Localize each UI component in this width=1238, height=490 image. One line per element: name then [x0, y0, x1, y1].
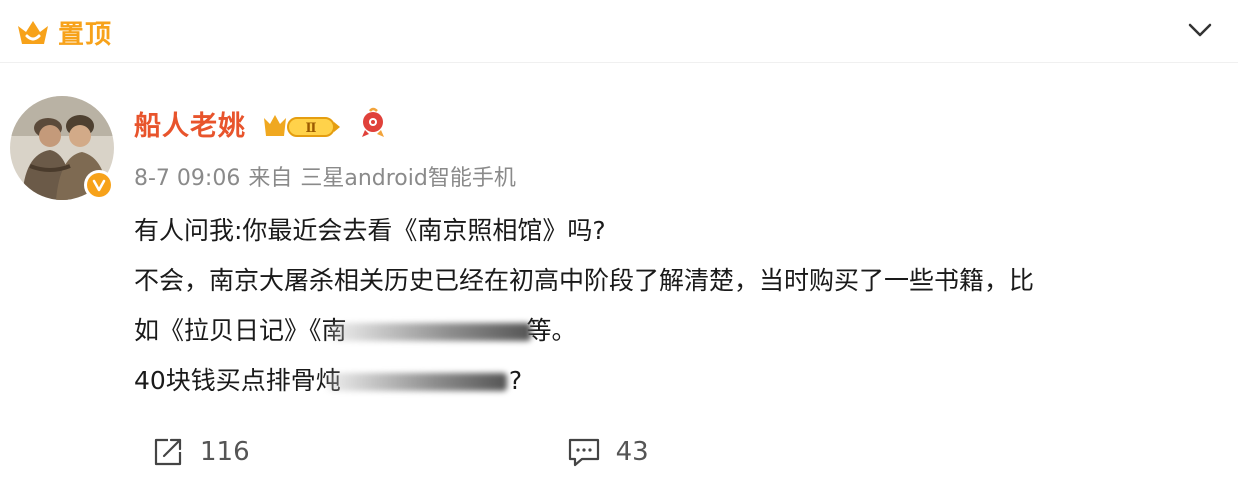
post-source[interactable]: 三星android智能手机	[300, 166, 516, 191]
header-divider	[0, 62, 1238, 63]
comment-count: 43	[615, 437, 649, 467]
author-name[interactable]: 船人老姚	[134, 104, 246, 143]
crown-pin-icon	[18, 20, 48, 44]
post-line: 如《拉贝日记》《南 等。	[134, 306, 1224, 356]
comment-button[interactable]: 43	[566, 434, 649, 470]
comment-icon	[568, 438, 599, 467]
post-text-fragment: 等。	[526, 316, 577, 345]
redacted-blur	[330, 323, 531, 341]
post-content: 有人问我:你最近会去看《南京照相馆》吗? 不会，南京大屠杀相关历史已经在初高中阶…	[134, 206, 1224, 406]
vip-crown-icon[interactable]: Ⅱ	[262, 112, 342, 140]
post-line: 40块钱买点排骨炖?	[134, 356, 1224, 406]
post-meta: 8-7 09:06 来自 三星android智能手机	[134, 160, 524, 192]
source-prefix: 来自	[248, 166, 293, 191]
redacted-blur	[326, 373, 507, 391]
repost-button[interactable]: 116	[150, 434, 250, 470]
verified-badge	[84, 170, 114, 200]
repost-icon	[154, 438, 182, 466]
vip-level: Ⅱ	[306, 121, 317, 136]
post-timestamp[interactable]: 8-7 09:06	[134, 166, 240, 191]
repost-count: 116	[200, 437, 250, 467]
post-text-fragment: 40块钱买点排骨炖	[134, 366, 341, 395]
pinned-label: 置顶	[58, 20, 113, 50]
pinned-header: 置顶	[16, 14, 112, 51]
fan-badge-icon[interactable]	[356, 106, 390, 140]
post-text-fragment: 如《拉贝日记》《南	[134, 316, 347, 345]
post-line: 有人问我:你最近会去看《南京照相馆》吗?	[134, 216, 606, 245]
action-bar: 116 43	[150, 434, 649, 470]
post-text-fragment: ?	[508, 366, 523, 395]
chevron-down-icon[interactable]	[1184, 14, 1216, 46]
post-line: 不会，南京大屠杀相关历史已经在初高中阶段了解清楚，当时购买了一些书籍，比	[134, 266, 1035, 295]
verified-v-icon	[92, 179, 106, 192]
